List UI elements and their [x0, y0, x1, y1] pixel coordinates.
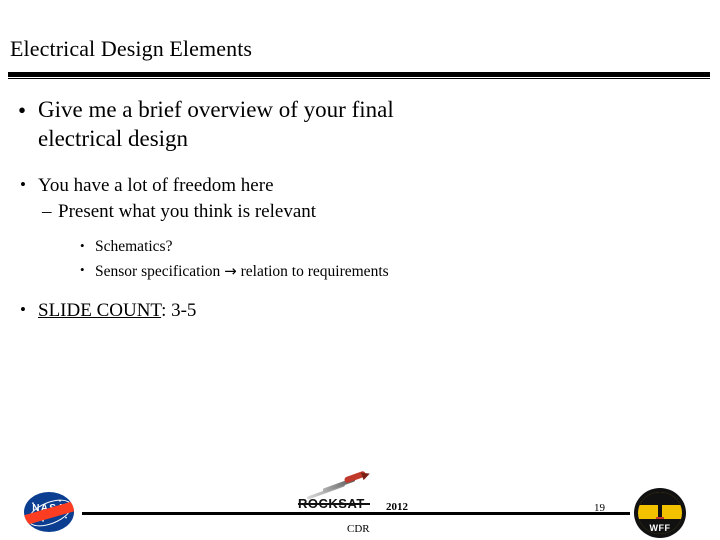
bullet-text: You have a lot of freedom here	[38, 174, 274, 196]
wff-inner-disc: WFF	[638, 492, 682, 534]
bullet-level2-slide-count: • SLIDE COUNT: 3-5	[0, 299, 720, 324]
right-arrow-icon: →	[224, 262, 237, 281]
title-divider-thin	[8, 78, 710, 79]
page-title: Electrical Design Elements	[10, 36, 253, 61]
slide-count-value: : 3-5	[161, 300, 197, 322]
bullet-marker: •	[20, 300, 26, 320]
bullet-text-after-arrow: relation to requirements	[240, 263, 389, 281]
bullet-level2-freedom: • You have a lot of freedom here	[0, 174, 720, 199]
bullet-level4-sensor-spec: • Sensor specification → relation to req…	[0, 261, 720, 283]
rocksat-rocket-graphic	[306, 469, 372, 500]
spacer-b	[0, 224, 720, 234]
spacer-a	[0, 156, 720, 168]
bullet-marker: •	[80, 237, 85, 253]
bullet-level3-relevant: – Present what you think is relevant	[0, 200, 720, 225]
spacer-c	[0, 283, 720, 293]
bullet-text-before-arrow: Sensor specification	[95, 263, 221, 281]
wallops-flight-facility-logo-icon: WFF	[634, 488, 686, 538]
slide-body: • Give me a brief overview of your final…	[0, 95, 720, 324]
wff-label: WFF	[649, 523, 671, 533]
rocket-nose-cone	[360, 469, 372, 481]
bullet-marker: •	[18, 97, 27, 123]
footer-date: 2012	[386, 501, 408, 513]
bullet-level4-schematics: • Schematics?	[0, 237, 720, 258]
bullet-text-line2: electrical design	[38, 126, 189, 152]
bullet-text: Schematics?	[95, 238, 173, 256]
bullet-marker: •	[80, 261, 85, 277]
rocksat-x-logo-icon: ROCKSAT	[296, 469, 388, 514]
slide-count-label: SLIDE COUNT	[38, 300, 162, 322]
bullet-text-line1: Give me a brief overview of your final	[38, 97, 394, 122]
bullet-text: Present what you think is relevant	[58, 200, 317, 222]
footer-page-number: 19	[594, 502, 605, 514]
nasa-logo-icon: NASA	[24, 492, 74, 532]
bullet-level1-primary: • Give me a brief overview of your final…	[0, 95, 720, 154]
bullet-marker: •	[20, 174, 26, 194]
footer-review-label: CDR	[347, 523, 370, 535]
bullet-marker-dash: –	[42, 200, 52, 222]
title-divider	[8, 72, 710, 77]
rocksat-strikethrough	[298, 503, 370, 505]
slide: Electrical Design Elements • Give me a b…	[0, 0, 720, 540]
